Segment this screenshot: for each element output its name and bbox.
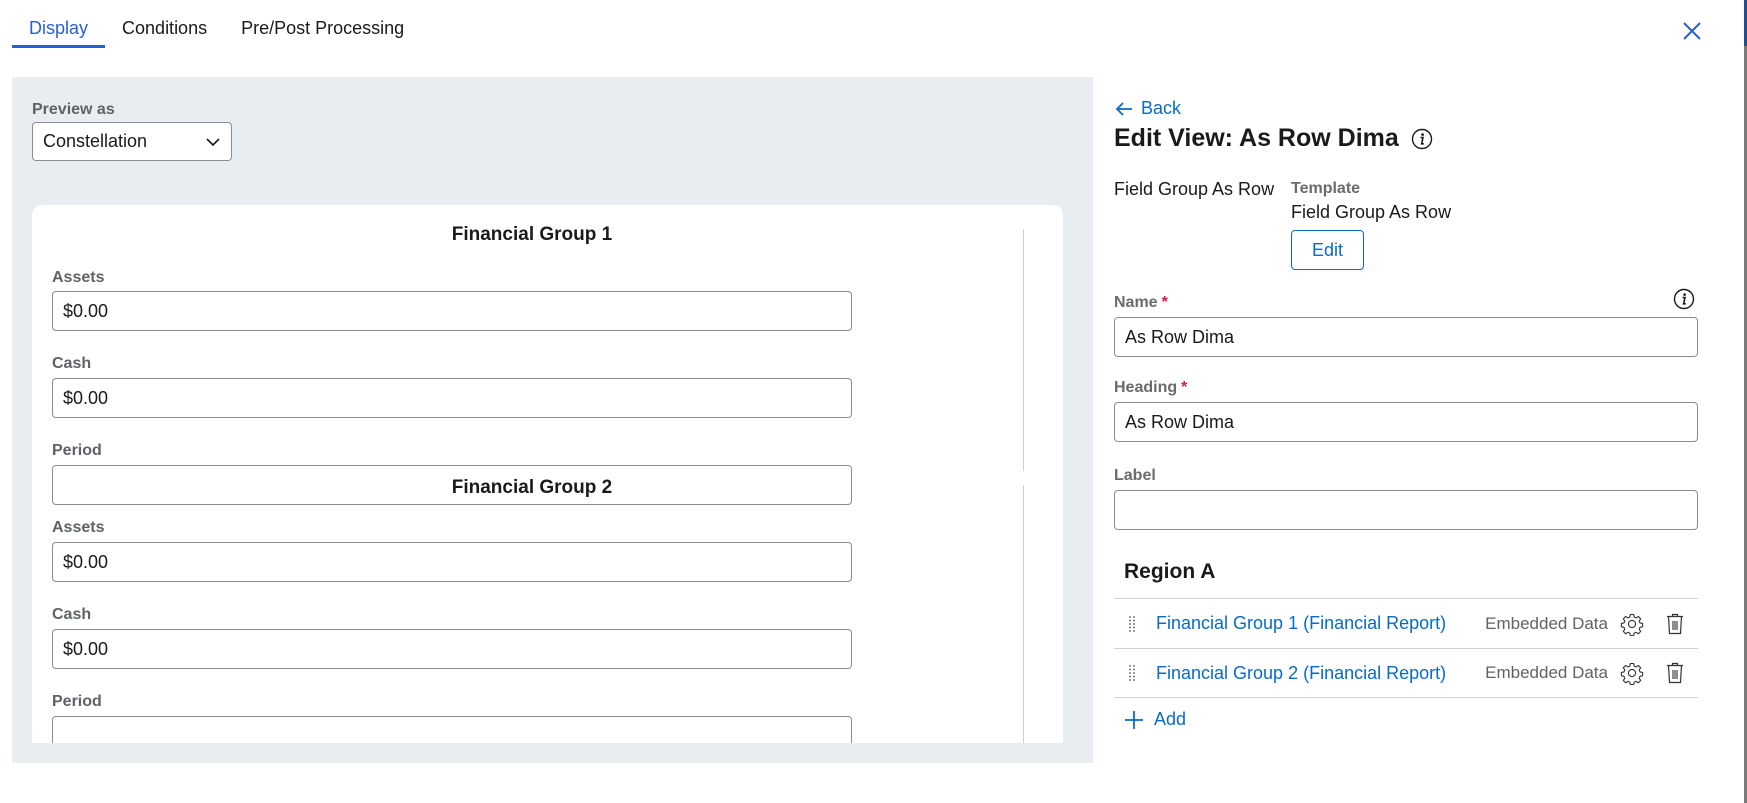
heading-label-text: Heading — [1114, 379, 1178, 396]
region-item-link[interactable]: Financial Group 1 (Financial Report) — [1156, 613, 1485, 634]
preview-as-label: Preview as — [32, 101, 115, 118]
heading-input[interactable]: As Row Dima — [1114, 402, 1698, 442]
name-label: Name * — [1114, 294, 1168, 312]
template-label: Template — [1291, 180, 1361, 197]
region-title: Region A — [1124, 560, 1216, 583]
region-item: Financial Group 1 (Financial Report) Emb… — [1114, 598, 1698, 648]
tab-bar: Display Conditions Pre/Post Processing — [12, 14, 421, 48]
label-input[interactable] — [1114, 490, 1698, 530]
group-title: Financial Group 1 — [451, 224, 613, 245]
chevron-down-icon — [206, 137, 220, 146]
preview-panel: Preview as Constellation Financial Group… — [12, 77, 1093, 763]
drag-handle-icon[interactable] — [1127, 615, 1137, 633]
period-input[interactable] — [52, 716, 852, 743]
region-item-type: Embedded Data — [1485, 613, 1608, 633]
info-icon[interactable] — [1673, 288, 1695, 310]
assets-input[interactable]: $0.00 — [52, 542, 852, 582]
preview-card: Financial Group 1 Assets $0.00 Cash $0.0… — [32, 205, 1063, 743]
gear-icon[interactable] — [1620, 661, 1644, 685]
tab-pre-post-processing[interactable]: Pre/Post Processing — [224, 14, 421, 48]
assets-input[interactable]: $0.00 — [52, 291, 852, 331]
edit-view-panel: Back Edit View: As Row Dima Field Group … — [1114, 0, 1698, 803]
arrow-left-icon — [1115, 101, 1132, 116]
title-row: Edit View: As Row Dima — [1114, 124, 1433, 153]
info-icon[interactable] — [1411, 128, 1433, 150]
tab-display[interactable]: Display — [12, 14, 106, 48]
add-label: Add — [1154, 709, 1187, 729]
region-list: Financial Group 1 (Financial Report) Emb… — [1114, 598, 1698, 698]
financial-group-1: Financial Group 1 Assets $0.00 Cash $0.0… — [52, 222, 852, 505]
name-label-text: Name — [1114, 294, 1158, 311]
trash-icon[interactable] — [1664, 661, 1686, 685]
region-item-link[interactable]: Financial Group 2 (Financial Report) — [1156, 663, 1485, 684]
field-label-cash: Cash — [52, 355, 92, 372]
cash-input[interactable]: $0.00 — [52, 378, 852, 418]
trash-icon[interactable] — [1664, 612, 1686, 636]
plus-icon — [1125, 710, 1143, 729]
field-label-assets: Assets — [52, 269, 105, 286]
group-title: Financial Group 2 — [451, 477, 613, 498]
gear-icon[interactable] — [1620, 612, 1644, 636]
heading-label: Heading * — [1114, 379, 1187, 397]
column-divider — [1023, 485, 1024, 743]
cash-input[interactable]: $0.00 — [52, 629, 852, 669]
add-button[interactable]: Add — [1124, 709, 1186, 730]
tab-conditions[interactable]: Conditions — [105, 14, 224, 48]
name-input[interactable]: As Row Dima — [1114, 317, 1698, 357]
region-item: Financial Group 2 (Financial Report) Emb… — [1114, 648, 1698, 698]
back-label: Back — [1141, 98, 1182, 118]
field-label-assets: Assets — [52, 519, 105, 536]
preview-as-select[interactable]: Constellation — [32, 122, 232, 161]
edit-template-button[interactable]: Edit — [1291, 230, 1364, 270]
column-divider — [1023, 229, 1024, 471]
region-item-type: Embedded Data — [1485, 663, 1608, 682]
drag-handle-icon[interactable] — [1127, 664, 1137, 682]
required-asterisk: * — [1161, 294, 1168, 311]
field-label-period: Period — [52, 442, 102, 459]
template-value: Field Group As Row — [1291, 202, 1452, 222]
page-title: Edit View: As Row Dima — [1114, 124, 1399, 152]
financial-group-2: Financial Group 2 Assets $0.00 Cash $0.0… — [52, 475, 852, 743]
field-label-period: Period — [52, 693, 102, 710]
back-link[interactable]: Back — [1114, 98, 1181, 119]
preview-as-value: Constellation — [43, 131, 148, 151]
required-asterisk: * — [1181, 379, 1188, 396]
field-label-cash: Cash — [52, 606, 92, 623]
label-label: Label — [1114, 467, 1156, 484]
field-group-name: Field Group As Row — [1114, 179, 1275, 199]
